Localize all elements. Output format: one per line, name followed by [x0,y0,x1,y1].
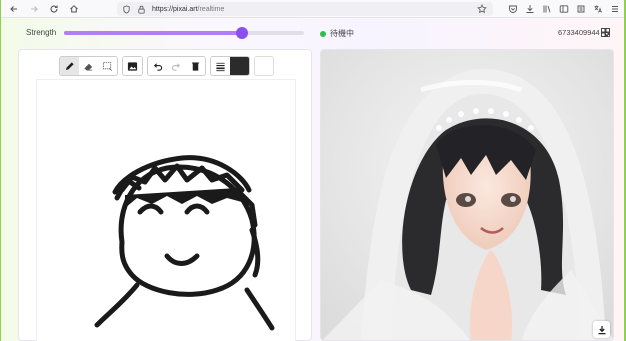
tool-group-image [122,56,143,76]
eraser-icon [84,63,93,71]
browser-extensions [507,3,620,14]
undo-icon [153,62,163,71]
strength-label: Strength [26,28,57,37]
strength-slider[interactable] [64,27,304,39]
line-width-button[interactable] [211,57,230,75]
home-icon[interactable] [67,2,81,16]
drawing-canvas[interactable] [36,79,296,341]
status-dot [320,30,326,37]
sketch-drawing [94,155,275,331]
generated-image [321,50,613,340]
status-text: 待機中 [330,29,354,38]
library-icon[interactable] [541,3,552,14]
upload-image-button[interactable] [123,57,142,75]
tool-group-stroke [210,56,250,76]
drawing-panel [18,49,312,341]
shield-icon[interactable] [122,4,132,14]
browser-toolbar: https://pixai.art/realtime [1,0,624,18]
redo-icon [171,62,181,71]
lock-icon[interactable] [137,4,147,14]
window-edge-left [0,0,1,341]
qr-code-icon[interactable] [601,28,610,37]
redo-button[interactable] [167,57,186,75]
translate-icon[interactable] [592,3,603,14]
strength-slider-thumb[interactable] [235,27,248,39]
address-bar[interactable]: https://pixai.art/realtime [117,2,493,16]
user-id: 6733409944 [558,28,600,37]
color-picker-white[interactable] [254,56,274,76]
download-button[interactable] [593,321,610,338]
select-icon [102,61,112,71]
url-path: /realtime [197,5,225,13]
extension-icon[interactable] [575,3,586,14]
line-width-icon [216,62,225,71]
menu-icon[interactable] [609,3,620,14]
url-host: https://pixai.art [152,5,198,13]
back-icon[interactable] [7,2,21,16]
pen-tool-button[interactable] [60,57,79,75]
status-indicator: 待機中 [320,28,354,39]
strength-slider-fill [64,31,242,35]
sidebar-icon[interactable] [558,3,569,14]
bookmark-star-icon[interactable] [477,4,487,14]
reload-icon[interactable] [47,2,61,16]
url-text: https://pixai.art/realtime [152,6,224,13]
select-tool-button[interactable] [98,57,117,75]
generated-image-panel [320,49,614,341]
trash-icon [192,61,199,71]
clear-canvas-button[interactable] [186,57,205,75]
drawing-toolbar [59,56,274,76]
tool-group-draw [59,56,118,76]
download-icon [598,325,605,334]
eraser-tool-button[interactable] [79,57,98,75]
color-picker-black[interactable] [230,57,249,75]
pocket-icon[interactable] [507,3,518,14]
pen-icon [65,61,74,70]
undo-button[interactable] [148,57,167,75]
forward-icon[interactable] [27,2,41,16]
tool-group-history [147,56,206,76]
downloads-icon[interactable] [524,3,535,14]
image-icon [127,61,138,71]
